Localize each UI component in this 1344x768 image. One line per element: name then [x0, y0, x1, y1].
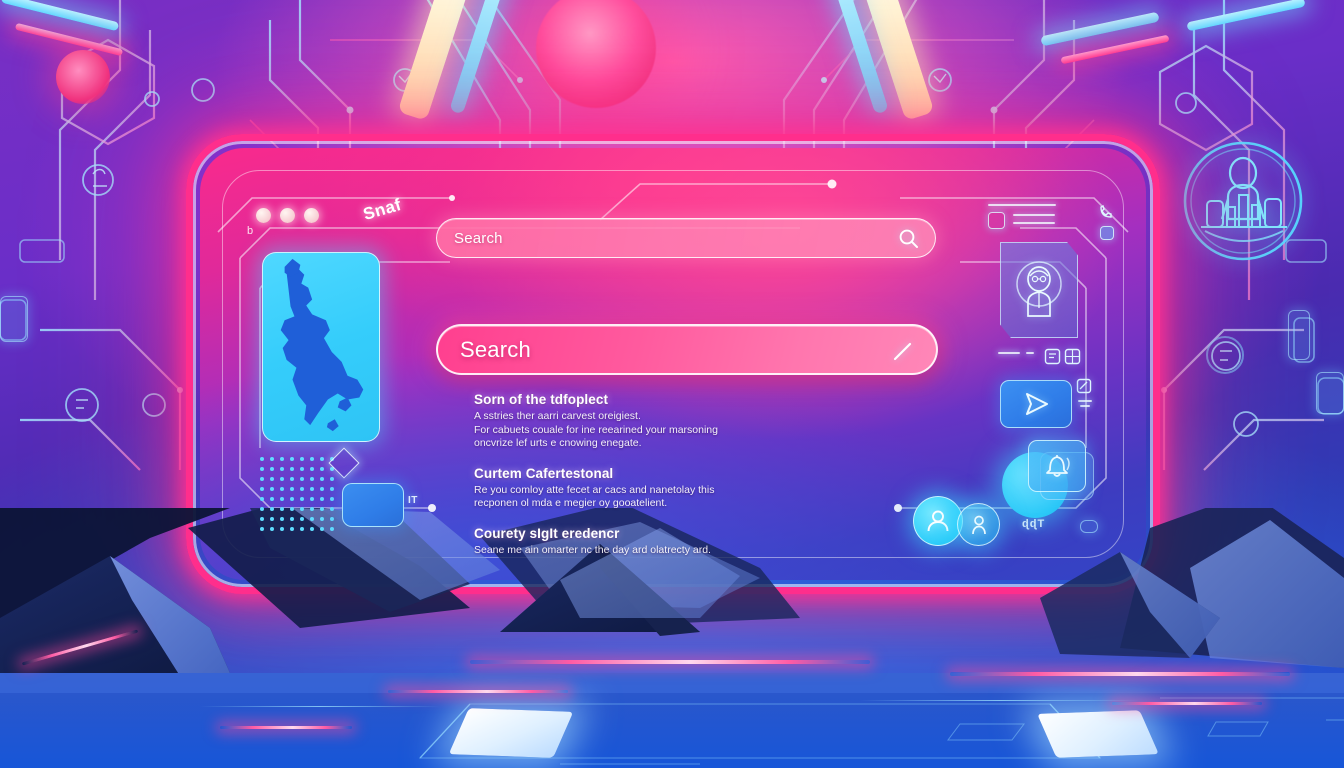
divider-line-2	[1026, 352, 1034, 354]
bell-icon	[1040, 450, 1074, 482]
search-bar-main[interactable]: Search	[436, 324, 938, 375]
floor-panel-right	[1037, 710, 1159, 758]
section-line: oncvrize lef urts e cnowing enegate.	[474, 437, 642, 449]
document-icon[interactable]	[1044, 348, 1061, 365]
section-line: Seane me ain omarter nc the day ard olat…	[474, 543, 711, 556]
window-dot-close[interactable]	[256, 208, 271, 223]
window-dot-maximize[interactable]	[304, 208, 319, 223]
header-line-2	[1013, 222, 1055, 224]
dot-matrix	[258, 455, 340, 533]
content-section: Courety sIgIt eredencr Seane me ain omar…	[474, 526, 794, 558]
section-line: Re you comloy atte fecet ar cacs and nan…	[474, 483, 715, 496]
scene-root: b Snaf Search Search Sorn of the tdfople…	[0, 0, 1344, 768]
send-arrow-icon	[1021, 391, 1051, 417]
section-line: recponen ol mda e megier oy gooatelient.	[474, 497, 668, 509]
user-bubble-primary[interactable]	[913, 496, 963, 546]
background-circle-right	[1206, 336, 1244, 374]
send-card[interactable]	[1000, 380, 1072, 428]
section-title: Courety sIgIt eredencr	[474, 525, 620, 541]
user-icon	[967, 513, 991, 537]
grid-icon[interactable]	[1064, 348, 1081, 365]
floor-streak-center	[470, 660, 870, 664]
search-bar-top[interactable]: Search	[436, 218, 936, 258]
floor-streak-right	[950, 672, 1290, 676]
section-line: A sstries ther aarri carvest oreigiest.	[474, 410, 641, 422]
window-tag-label: b	[247, 225, 254, 237]
floor-streak-left	[388, 690, 568, 693]
user-bubble-secondary[interactable]	[957, 503, 1000, 546]
side-chip-right-1	[1288, 310, 1310, 360]
pencil-icon[interactable]	[891, 340, 914, 363]
avatar-card[interactable]	[1000, 242, 1078, 338]
content-section: Sorn of the tdfoplect A sstries ther aar…	[474, 392, 794, 451]
header-line-0	[988, 204, 1056, 206]
content-sections: Sorn of the tdfoplect A sstries ther aar…	[474, 392, 794, 572]
window-controls[interactable]	[256, 208, 319, 223]
header-line-1	[1013, 214, 1055, 216]
map-card[interactable]	[262, 252, 380, 442]
edit-box-icon[interactable]	[1076, 378, 1092, 394]
search-main-placeholder: Search	[460, 336, 531, 362]
floor-streak-right-2	[1112, 702, 1262, 705]
section-title: Curtem Cafertestonal	[474, 465, 614, 481]
user-icon	[924, 507, 952, 535]
floor-hairline-right	[860, 700, 1140, 701]
search-top-placeholder: Search	[454, 229, 503, 247]
content-section: Curtem Cafertestonal Re you comloy atte …	[474, 466, 794, 511]
floor-panel-left	[448, 708, 574, 758]
tick-line-1	[1078, 400, 1092, 402]
search-icon[interactable]	[898, 228, 919, 249]
background-orb-pink	[56, 50, 110, 104]
glyph-label: ɖɖТ	[1022, 518, 1046, 530]
side-chip-left-1	[0, 296, 28, 342]
section-title: Sorn of the tdfoplect	[474, 392, 609, 407]
it-tag-label: IT	[408, 495, 418, 506]
tick-line-2	[1080, 405, 1090, 407]
section-line: For cabuets couale for ine reearined you…	[474, 423, 718, 436]
blue-card[interactable]	[342, 483, 404, 527]
window-dot-minimize[interactable]	[280, 208, 295, 223]
divider-line-1	[998, 352, 1020, 354]
side-chip-right-2	[1316, 372, 1344, 414]
person-city-emblem-icon	[1181, 139, 1305, 263]
floor-streak-left-2	[220, 726, 352, 729]
square-chip-icon	[1100, 226, 1114, 240]
bell-card[interactable]	[1028, 440, 1086, 492]
floor-hairline-left	[200, 706, 440, 707]
mini-app-icon[interactable]	[988, 212, 1005, 229]
phone-icon[interactable]	[1098, 204, 1114, 220]
user-avatar-icon	[1012, 258, 1066, 322]
